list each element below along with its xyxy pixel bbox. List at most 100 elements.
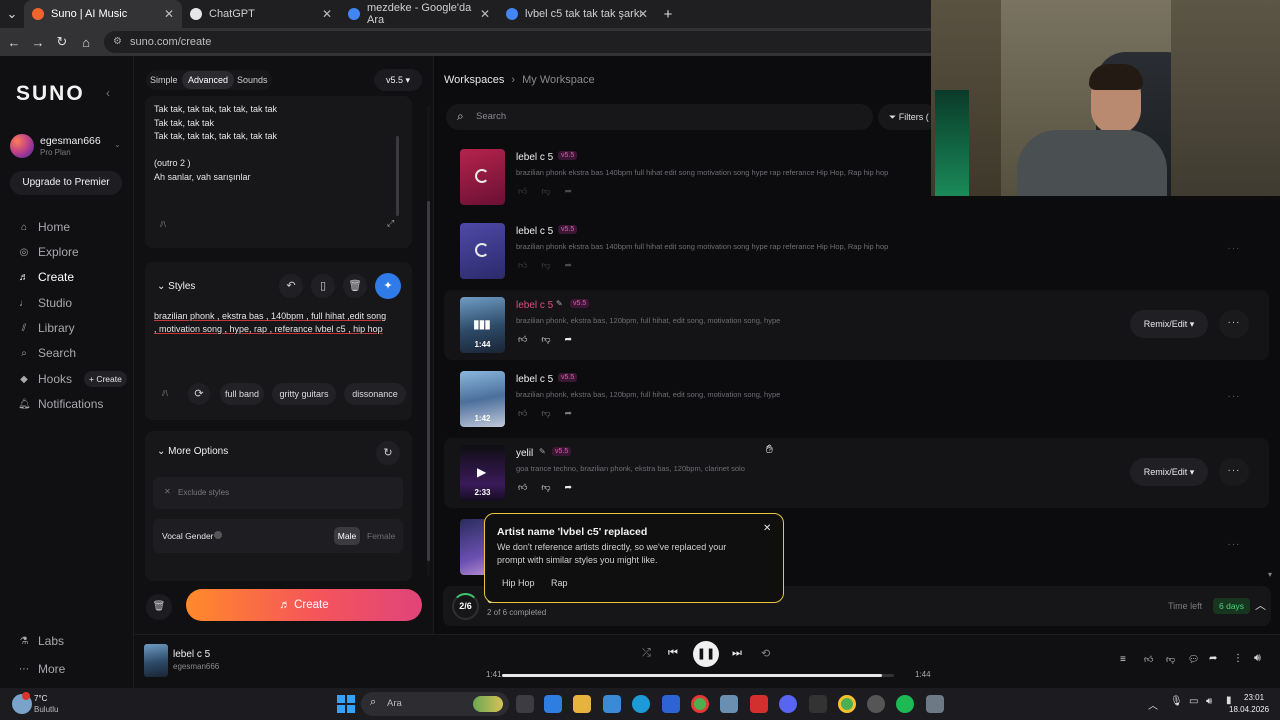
new-tab-icon[interactable]: + [656, 6, 680, 23]
edge-icon[interactable] [632, 695, 650, 713]
lyrics-scrollbar[interactable] [396, 136, 399, 216]
chrome-icon[interactable] [691, 695, 709, 713]
more-options-header[interactable]: ⌄ More Options [157, 446, 228, 457]
comment-icon[interactable]: 💬︎ [1188, 654, 1199, 665]
lyrics-textarea[interactable]: Tak tak, tak tak, tak tak, tak tak Tak ta… [154, 103, 277, 184]
volume-icon[interactable]: 🔊︎ [1206, 696, 1212, 707]
nav-notifications[interactable]: 🔔︎ Notifications [18, 397, 103, 411]
share-icon[interactable]: ➦ [565, 482, 573, 493]
song-title[interactable]: lebel c 5 [516, 300, 553, 311]
hooks-create-button[interactable]: + Create [84, 371, 127, 387]
player-title[interactable]: lebel c 5 [173, 649, 210, 660]
task-view-icon[interactable] [516, 695, 534, 713]
settings-icon[interactable] [926, 695, 944, 713]
windows-start-icon[interactable] [337, 695, 355, 713]
close-tab-icon[interactable]: ✕ [322, 7, 332, 21]
tab-suno[interactable]: Suno | AI Music ✕ [24, 0, 182, 28]
queue-icon[interactable]: ≡ [1120, 654, 1126, 665]
close-tab-icon[interactable]: ✕ [164, 7, 174, 21]
nav-hooks[interactable]: ◆ Hooks [18, 372, 72, 386]
thumbs-up-icon[interactable]: 👍︎ [518, 334, 527, 345]
tab-simple[interactable]: Simple [150, 75, 178, 85]
thumbs-up-icon[interactable]: 👍︎ [518, 186, 527, 197]
suno-logo[interactable]: SUNO [16, 82, 85, 106]
site-info-icon[interactable]: ⚙ [113, 31, 122, 53]
nav-more[interactable]: ⋯ More [18, 662, 65, 676]
undo-icon[interactable]: ↶ [279, 274, 303, 298]
back-icon[interactable]: ← [2, 35, 26, 50]
song-cover[interactable]: ▮▮▮ 1:44 [460, 297, 505, 353]
refresh-icon[interactable]: ⟳ [188, 383, 210, 405]
exclude-styles-input[interactable]: ✕ Exclude styles [153, 477, 403, 509]
clock-time[interactable]: 23:01 [1244, 693, 1264, 702]
nav-create[interactable]: ♬ Create [18, 270, 74, 284]
file-explorer-icon[interactable] [573, 695, 591, 713]
tab-sounds[interactable]: Sounds [237, 75, 268, 85]
thumbs-down-icon[interactable]: 👎︎ [541, 186, 550, 197]
chevron-up-icon[interactable]: ︿ [1255, 597, 1266, 613]
filters-button[interactable]: ⏷ Filters ( [878, 104, 938, 130]
calculator-icon[interactable] [603, 695, 621, 713]
thumbs-down-icon[interactable]: 👎︎ [541, 482, 550, 493]
nav-search[interactable]: ⌕ Search [18, 346, 76, 360]
display-icon[interactable]: ▭ [1189, 696, 1198, 707]
trash-icon[interactable]: 🗑︎ [343, 274, 367, 298]
remix-edit-button[interactable]: Remix/Edit ▾ [1130, 310, 1208, 338]
app-icon[interactable] [720, 695, 738, 713]
nav-library[interactable]: ⫽ Library [18, 321, 75, 335]
song-cover[interactable] [460, 149, 505, 205]
song-row[interactable]: lebel c 5 v5.5 brazilian phonk ekstra ba… [444, 216, 1269, 286]
avatar[interactable] [10, 134, 34, 158]
remix-edit-button[interactable]: Remix/Edit ▾ [1130, 458, 1208, 486]
nav-home[interactable]: ⌂ Home [18, 220, 70, 234]
share-icon[interactable]: ➦ [565, 260, 573, 271]
song-row[interactable]: ▮▮▮ 1:44 lebel c 5 ✎ v5.5 brazilian phon… [444, 290, 1269, 360]
thumbs-up-icon[interactable]: 👍︎ [518, 408, 527, 419]
next-icon[interactable]: ⏭ [732, 647, 742, 660]
bookmark-icon[interactable]: ▯ [311, 274, 335, 298]
song-title[interactable]: lebel c 5 [516, 374, 553, 385]
tab-search-chevron-icon[interactable]: ⌄ [0, 6, 24, 22]
song-title[interactable]: yelil [516, 448, 533, 459]
scroll-down-icon[interactable]: ▾ [1268, 570, 1272, 579]
chrome-icon[interactable] [838, 695, 856, 713]
repeat-icon[interactable]: ⟲ [761, 647, 770, 660]
breadcrumb-current[interactable]: My Workspace [522, 74, 595, 86]
search-input[interactable]: ⌕ Search [446, 104, 873, 130]
obs-icon[interactable] [867, 695, 885, 713]
thumbs-up-icon[interactable]: 👍︎ [1144, 654, 1153, 665]
nav-studio[interactable]: ♩ Studio [18, 296, 72, 310]
store-icon[interactable] [544, 695, 562, 713]
thumbs-down-icon[interactable]: 👎︎ [541, 260, 550, 271]
song-title[interactable]: lebel c 5 [516, 152, 553, 163]
nav-explore[interactable]: ◎ Explore [18, 245, 79, 259]
expand-icon[interactable]: ⤢ [387, 218, 394, 229]
player-artist[interactable]: egesman666 [173, 662, 219, 671]
song-title[interactable]: lebel c 5 [516, 226, 553, 237]
more-options-icon[interactable]: ··· [1219, 236, 1249, 264]
volume-icon[interactable]: 🔊︎ [1254, 652, 1261, 665]
tray-chevron-icon[interactable]: ︿ [1148, 697, 1158, 712]
more-options-icon[interactable]: ··· [1219, 384, 1249, 412]
library-icon[interactable]: ⫽\ [160, 220, 166, 230]
upgrade-button[interactable]: Upgrade to Premier [10, 171, 122, 195]
close-tab-icon[interactable]: ✕ [638, 7, 648, 21]
tab-chatgpt[interactable]: ChatGPT ✕ [182, 0, 340, 28]
seek-bar[interactable] [502, 674, 894, 677]
pause-button[interactable]: ❚❚ [693, 641, 719, 667]
tab-advanced[interactable]: Advanced [182, 71, 235, 89]
forward-icon[interactable]: → [26, 35, 50, 50]
share-icon[interactable]: ➦ [565, 408, 573, 419]
collapse-sidebar-icon[interactable]: ‹ [106, 86, 110, 100]
style-chip[interactable]: full band [220, 383, 264, 405]
taskbar-search[interactable]: ⌕ Ara [361, 692, 509, 716]
style-tag[interactable]: Rap [547, 575, 572, 591]
song-row[interactable]: 1:42 lebel c 5 v5.5 brazilian phonk, eks… [444, 364, 1269, 434]
previous-icon[interactable]: ⏮ [668, 647, 678, 660]
song-cover[interactable]: ▶ 2:33 [460, 445, 505, 501]
tab-google-search[interactable]: mezdeke - Google'da Ara ✕ [340, 0, 498, 28]
panel-scrollbar-thumb[interactable] [427, 201, 430, 561]
account-chevron-icon[interactable]: ⌄ [114, 140, 121, 149]
reset-icon[interactable]: ↻ [376, 441, 400, 465]
shuffle-icon[interactable]: ⤮ [642, 647, 651, 660]
